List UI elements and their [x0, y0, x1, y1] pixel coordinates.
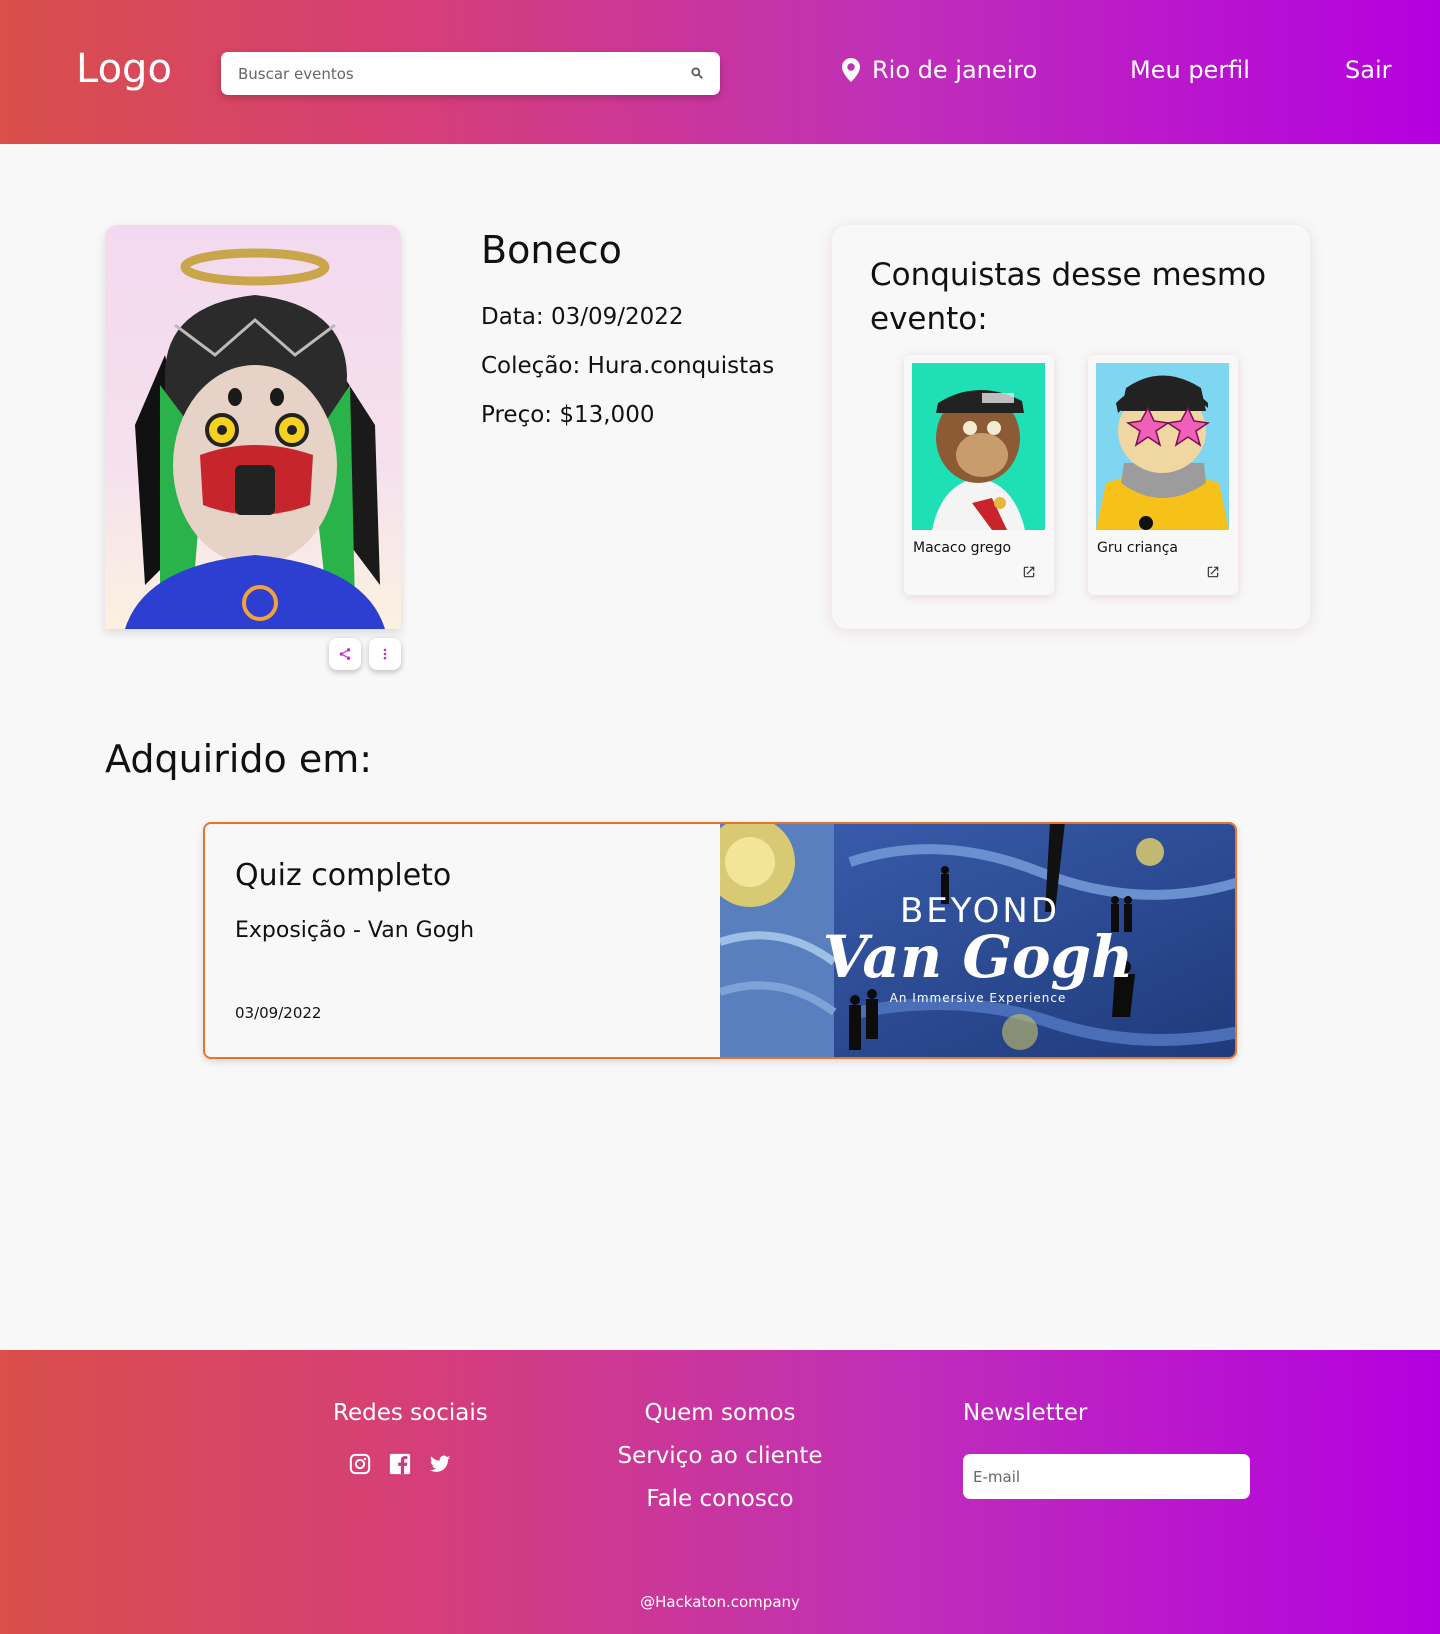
- share-button[interactable]: [329, 638, 361, 670]
- newsletter-email-input[interactable]: [963, 1454, 1250, 1499]
- footer-link-about[interactable]: Quem somos: [600, 1400, 840, 1443]
- footer-social-icons: [349, 1453, 451, 1475]
- related-item-name: Macaco grego: [913, 540, 1012, 556]
- footer-link-contact[interactable]: Fale conosco: [600, 1486, 840, 1529]
- header: Logo Rio de janeiro Meu perfil Sair: [0, 0, 1440, 144]
- nav-location[interactable]: Rio de janeiro: [842, 56, 1037, 84]
- search-input[interactable]: [221, 52, 661, 95]
- nav-location-label: Rio de janeiro: [872, 56, 1038, 84]
- related-item[interactable]: Gru criança: [1088, 355, 1238, 595]
- event-date: 03/09/2022: [235, 1004, 322, 1022]
- facebook-icon[interactable]: [389, 1453, 411, 1475]
- footer-social-title: Redes sociais: [333, 1400, 488, 1426]
- event-card[interactable]: Quiz completo Exposição - Van Gogh 03/09…: [203, 822, 1237, 1059]
- search-bar: [221, 52, 720, 95]
- event-banner-tag: An Immersive Experience: [890, 991, 1067, 1005]
- location-pin-icon: [842, 58, 860, 82]
- external-link-icon[interactable]: [1206, 565, 1220, 579]
- nft-price: Preço: $13,000: [481, 402, 655, 428]
- more-options-button[interactable]: [369, 638, 401, 670]
- more-vertical-icon: [383, 648, 387, 660]
- share-icon: [339, 648, 351, 660]
- event-subtitle: Exposição - Van Gogh: [235, 918, 475, 943]
- logo[interactable]: Logo: [76, 46, 172, 92]
- nav-profile[interactable]: Meu perfil: [1130, 56, 1250, 84]
- footer-link-support[interactable]: Serviço ao cliente: [600, 1443, 840, 1486]
- instagram-icon[interactable]: [349, 1453, 371, 1475]
- nav-logout[interactable]: Sair: [1345, 56, 1391, 84]
- event-banner-image: BEYOND Van Gogh An Immersive Experience: [720, 824, 1235, 1057]
- footer-links: Quem somos Serviço ao cliente Fale conos…: [600, 1400, 840, 1529]
- related-title: Conquistas desse mesmo evento:: [870, 257, 1267, 337]
- event-banner-main: Van Gogh: [823, 923, 1134, 991]
- related-item[interactable]: Macaco grego: [904, 355, 1054, 595]
- nft-thumbnail: [1096, 363, 1229, 530]
- nft-image: [105, 225, 401, 629]
- nft-title: Boneco: [481, 228, 622, 272]
- nft-thumbnail: [912, 363, 1045, 530]
- acquired-title: Adquirido em:: [105, 737, 373, 781]
- footer: Redes sociais Quem somos Serviço ao clie…: [0, 1350, 1440, 1634]
- related-achievements-card: Conquistas desse mesmo evento: Macaco gr…: [832, 225, 1310, 629]
- nft-date: Data: 03/09/2022: [481, 304, 684, 330]
- twitter-icon[interactable]: [429, 1453, 451, 1475]
- footer-newsletter-title: Newsletter: [963, 1400, 1088, 1426]
- footer-copyright: @Hackaton.company: [640, 1593, 800, 1611]
- search-icon[interactable]: [690, 66, 704, 80]
- event-name: Quiz completo: [235, 858, 452, 893]
- nft-collection: Coleção: Hura.conquistas: [481, 353, 775, 379]
- external-link-icon[interactable]: [1022, 565, 1036, 579]
- related-item-name: Gru criança: [1097, 540, 1178, 556]
